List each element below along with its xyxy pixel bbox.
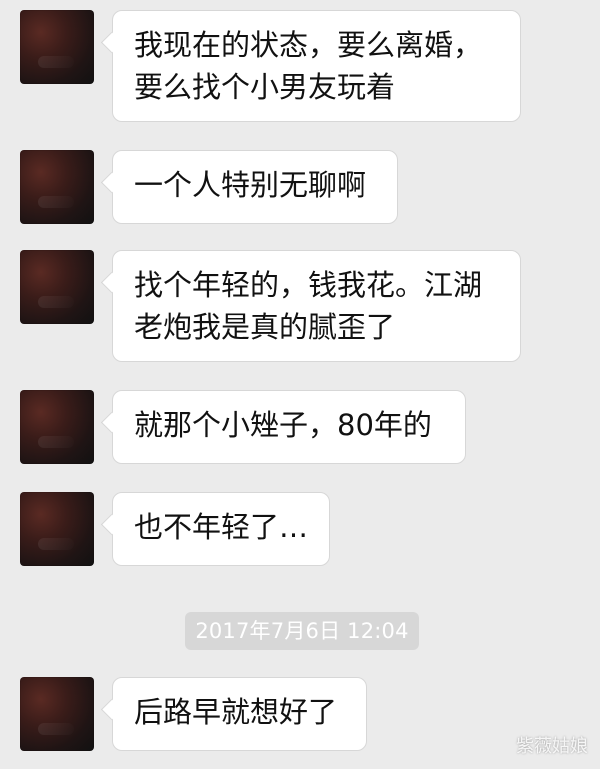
message-bubble[interactable]: 一个人特别无聊啊 — [112, 150, 398, 224]
timestamp-badge: 2017年7月6日 12:04 — [185, 612, 419, 650]
avatar[interactable] — [20, 150, 94, 224]
message-row: 就那个小矬子，80年的 — [20, 390, 580, 464]
message-bubble[interactable]: 后路早就想好了 — [112, 677, 367, 751]
message-row: 也不年轻了… — [20, 492, 580, 566]
watermark-text: 紫薇姑娘 — [516, 736, 588, 757]
avatar[interactable] — [20, 250, 94, 324]
avatar[interactable] — [20, 677, 94, 751]
message-bubble[interactable]: 找个年轻的，钱我花。江湖 老炮我是真的腻歪了 — [112, 250, 521, 362]
message-row: 我现在的状态，要么离婚， 要么找个小男友玩着 — [20, 10, 580, 122]
message-bubble[interactable]: 我现在的状态，要么离婚， 要么找个小男友玩着 — [112, 10, 521, 122]
avatar[interactable] — [20, 10, 94, 84]
message-bubble[interactable]: 也不年轻了… — [112, 492, 330, 566]
message-row: 找个年轻的，钱我花。江湖 老炮我是真的腻歪了 — [20, 250, 580, 362]
message-row: 后路早就想好了 — [20, 677, 580, 751]
chat-thread: 我现在的状态，要么离婚， 要么找个小男友玩着 一个人特别无聊啊 找个年轻的，钱我… — [0, 0, 600, 769]
message-row: 一个人特别无聊啊 — [20, 150, 580, 224]
message-bubble[interactable]: 就那个小矬子，80年的 — [112, 390, 466, 464]
avatar[interactable] — [20, 390, 94, 464]
avatar[interactable] — [20, 492, 94, 566]
